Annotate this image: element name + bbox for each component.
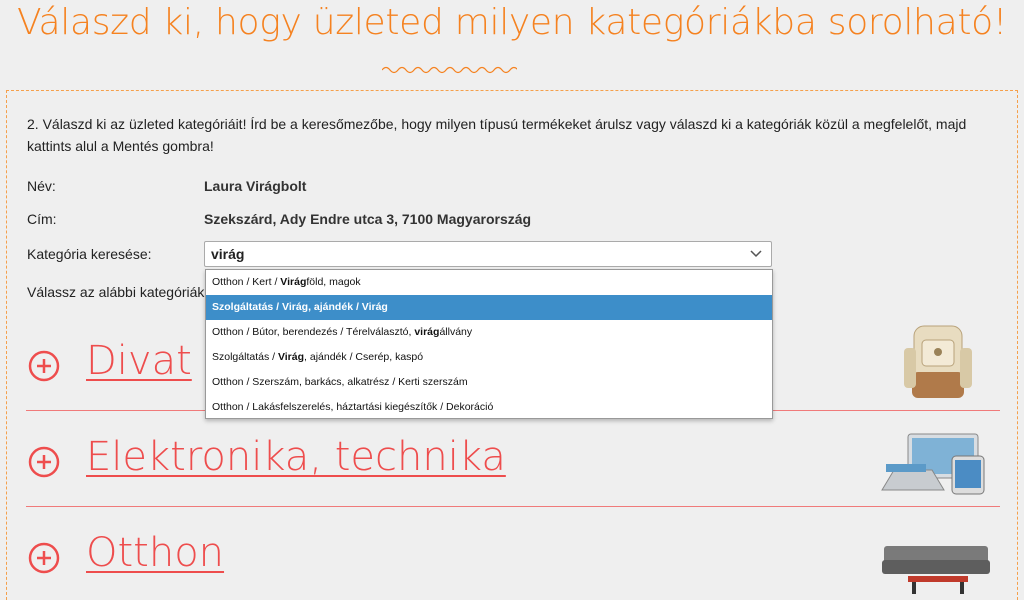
address-value: Szekszárd, Ady Endre utca 3, 7100 Magyar… (204, 211, 532, 227)
dropdown-option[interactable]: Szolgáltatás / Virág, ajándék / Cserép, … (206, 345, 772, 370)
backpack-image (904, 325, 972, 398)
dropdown-option-text: állvány (439, 326, 473, 338)
dropdown-option-text: Otthon / Kert / (212, 276, 281, 288)
dropdown-option-text: virág (414, 326, 440, 338)
plus-circle-icon[interactable] (26, 444, 62, 480)
category-search-label: Kategória keresése: (27, 246, 152, 262)
title-underline-decoration (382, 66, 517, 74)
category-dropdown[interactable]: Otthon / Kert / Virágföld, magok Szolgált… (205, 269, 773, 419)
dropdown-option-text: Szolgáltatás / Virág, ajándék / Virág (212, 301, 388, 313)
dropdown-option-text: Otthon / Lakásfelszerelés, háztartási ki… (212, 401, 494, 413)
divider (26, 506, 1000, 507)
dropdown-option[interactable]: Szolgáltatás / Virág, ajándék / Virág (206, 295, 772, 320)
dropdown-option-text: Virág (280, 276, 307, 288)
dropdown-option-text: Virág (277, 351, 305, 363)
category-label-otthon[interactable]: Otthon (86, 530, 224, 576)
category-label-divat[interactable]: Divat (86, 338, 192, 384)
category-label-elektronika[interactable]: Elektronika, technika (86, 434, 506, 480)
dropdown-option[interactable]: Otthon / Lakásfelszerelés, háztartási ki… (206, 395, 772, 420)
dropdown-option-text: Otthon / Bútor, berendezés / Térelválasz… (212, 326, 415, 338)
dropdown-option[interactable]: Otthon / Bútor, berendezés / Térelválasz… (206, 320, 772, 345)
page-title: Válaszd ki, hogy üzleted milyen kategóri… (16, 2, 1008, 43)
dropdown-option-text: Szolgáltatás / (212, 351, 278, 363)
dropdown-option-text: föld, magok (306, 276, 361, 288)
instructions-text: 2. Válaszd ki az üzleted kategóriáit! Ír… (27, 116, 967, 154)
category-search-value: virág (211, 246, 245, 262)
choose-category-text: Válassz az alábbi kategóriák közül (27, 284, 207, 300)
address-label: Cím: (27, 211, 57, 227)
dropdown-option[interactable]: Otthon / Kert / Virágföld, magok (206, 270, 772, 295)
plus-circle-icon[interactable] (26, 540, 62, 576)
name-label: Név: (27, 178, 56, 194)
name-value: Laura Virágbolt (204, 178, 307, 194)
sofa-image (882, 546, 990, 594)
devices-image (881, 433, 985, 495)
plus-circle-icon[interactable] (26, 348, 62, 384)
category-search-input[interactable]: virág (204, 241, 772, 267)
chevron-down-icon[interactable] (749, 247, 763, 261)
dropdown-option-text: Otthon / Szerszám, barkács, alkatrész / … (212, 376, 468, 388)
dropdown-option-text: , ajándék / Cserép, kaspó (304, 351, 424, 363)
dropdown-option[interactable]: Otthon / Szerszám, barkács, alkatrész / … (206, 370, 772, 395)
